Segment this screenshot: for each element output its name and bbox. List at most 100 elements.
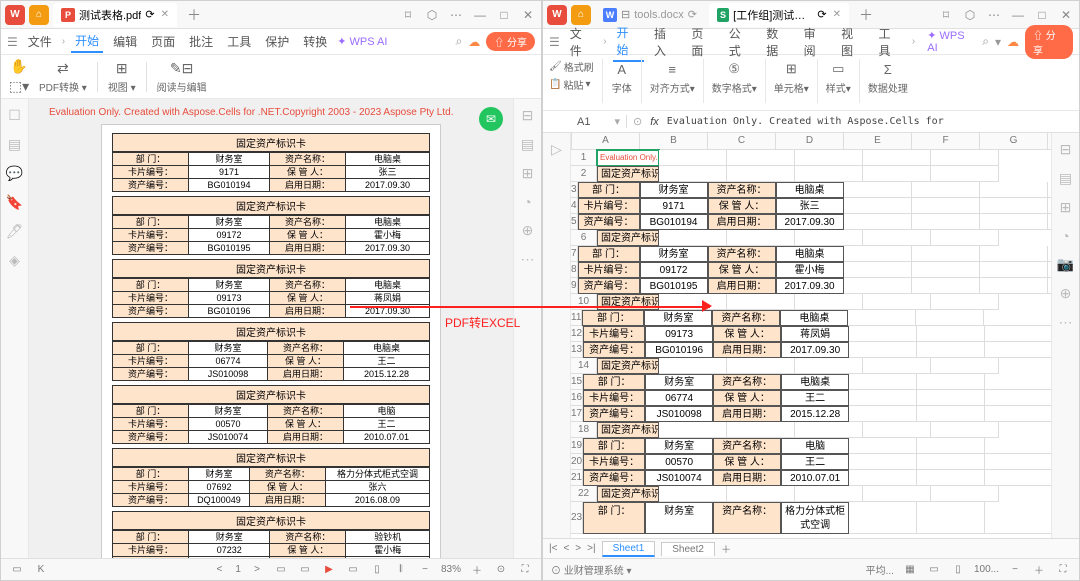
view-single-icon[interactable]: ▯ bbox=[369, 564, 385, 575]
star-icon[interactable]: ▤ bbox=[521, 136, 534, 153]
hamburger-icon[interactable]: ☰ bbox=[7, 35, 18, 49]
zoom-out-icon[interactable]: − bbox=[1007, 564, 1023, 575]
cloud-icon[interactable]: ☁ bbox=[1007, 35, 1019, 49]
zoom-out-icon[interactable]: − bbox=[417, 564, 433, 575]
layers-icon[interactable]: ◈ bbox=[9, 252, 20, 269]
align-icon[interactable]: ≡ bbox=[661, 59, 683, 79]
read-edit-label[interactable]: 阅读与编辑 bbox=[157, 79, 207, 94]
paste-button[interactable]: 📋 粘贴 ▾ bbox=[549, 77, 590, 92]
home-tab-icon[interactable]: ⌂ bbox=[29, 5, 49, 25]
cell-icon[interactable]: ⊞ bbox=[780, 59, 802, 79]
pushpin-icon[interactable]: ⊟ bbox=[522, 107, 534, 124]
close-icon[interactable]: ✕ bbox=[833, 9, 841, 20]
more-icon[interactable]: ⋯ bbox=[985, 8, 1003, 22]
menu-page[interactable]: 页面 bbox=[147, 31, 179, 52]
pushpin-icon[interactable]: ⊟ bbox=[1060, 141, 1072, 158]
zoom-in-icon[interactable]: ＋ bbox=[469, 562, 485, 577]
bookmark-icon[interactable]: ☐ bbox=[8, 107, 21, 124]
scan-icon[interactable]: ⌑ bbox=[399, 8, 417, 22]
wps-ai-button[interactable]: ✦ WPS AI bbox=[927, 29, 976, 54]
grid-icon[interactable]: ⊞ bbox=[1060, 199, 1072, 216]
play-icon[interactable]: ▷ bbox=[551, 141, 562, 158]
spreadsheet[interactable]: ABCDEFGHI1Evaluation Only. Created with … bbox=[571, 133, 1051, 538]
reload-icon[interactable]: ⟳ bbox=[688, 8, 697, 21]
data-label[interactable]: 数据处理 bbox=[868, 80, 908, 95]
view-label[interactable]: 视图 ▾ bbox=[108, 79, 136, 94]
menu-comment[interactable]: 批注 bbox=[185, 31, 217, 52]
next-sheet-icon[interactable]: > bbox=[575, 543, 581, 554]
zoom-level[interactable]: 100... bbox=[974, 564, 999, 575]
menu-convert[interactable]: 转换 bbox=[299, 31, 331, 52]
select-icon[interactable]: ▤ bbox=[1059, 170, 1072, 187]
normal-view-icon[interactable]: ▦ bbox=[902, 564, 918, 575]
menu-edit[interactable]: 编辑 bbox=[109, 31, 141, 52]
prev-page-icon[interactable]: < bbox=[211, 564, 227, 575]
reload-icon[interactable]: ⟳ bbox=[145, 8, 154, 21]
fit-icon[interactable]: ⊞ bbox=[112, 59, 132, 77]
style-icon[interactable]: ▭ bbox=[827, 59, 849, 79]
zoom-level[interactable]: 83% bbox=[441, 564, 461, 575]
chat-bubble-icon[interactable]: ✉ bbox=[479, 107, 503, 131]
menu-start[interactable]: 开始 bbox=[71, 30, 103, 53]
home-tab-icon[interactable]: ⌂ bbox=[571, 5, 591, 25]
sheet1-tab[interactable]: Sheet1 bbox=[602, 541, 656, 557]
fx-icon[interactable]: fx bbox=[650, 116, 659, 128]
reload-icon[interactable]: ⟳ bbox=[817, 8, 826, 21]
status-thumb-icon[interactable]: ▭ bbox=[9, 564, 25, 575]
view-mode1-icon[interactable]: ▭ bbox=[273, 564, 289, 575]
view-mode3-icon[interactable]: ▶ bbox=[321, 564, 337, 575]
pdf-convert-label[interactable]: PDF转换 ▾ bbox=[39, 79, 87, 94]
search-icon[interactable]: ⌕ bbox=[455, 34, 462, 49]
more-icon[interactable]: ⋯ bbox=[447, 8, 465, 22]
cell-label[interactable]: 单元格▾ bbox=[774, 80, 809, 95]
zoom-in-icon[interactable]: ＋ bbox=[1031, 562, 1047, 577]
cube-icon[interactable]: ⬡ bbox=[961, 8, 979, 22]
cube-icon[interactable]: ⬡ bbox=[423, 8, 441, 22]
settings-icon[interactable]: ▾ bbox=[995, 35, 1001, 49]
font-icon[interactable]: A bbox=[611, 59, 633, 79]
share-button[interactable]: ⇧ 分享 bbox=[1025, 25, 1073, 59]
mode-icon[interactable]: ▯ bbox=[950, 564, 966, 575]
close-window-icon[interactable]: ✕ bbox=[519, 8, 537, 22]
select-tool-icon[interactable]: ⬚▾ bbox=[9, 78, 29, 96]
add-sheet-icon[interactable]: ＋ bbox=[721, 541, 731, 556]
name-box[interactable]: A1▾ bbox=[571, 115, 627, 128]
sheet2-tab[interactable]: Sheet2 bbox=[661, 542, 715, 556]
minimize-icon[interactable]: — bbox=[1009, 8, 1027, 22]
menu-protect[interactable]: 保护 bbox=[261, 31, 293, 52]
formula-input[interactable]: Evaluation Only. Created with Aspose.Cel… bbox=[667, 116, 944, 127]
view-cont-icon[interactable]: 𝄃 bbox=[393, 564, 409, 575]
close-window-icon[interactable]: ✕ bbox=[1057, 8, 1075, 22]
thumbnail-icon[interactable]: ▤ bbox=[8, 136, 21, 153]
outline-icon[interactable]: 💬 bbox=[6, 165, 23, 182]
link-icon[interactable]: ⊕ bbox=[522, 222, 534, 239]
align-label[interactable]: 对齐方式▾ bbox=[650, 80, 695, 95]
fullscreen-icon[interactable]: ⛶ bbox=[517, 564, 533, 575]
cloud-icon[interactable]: ☁ bbox=[468, 35, 480, 49]
clock-icon[interactable]: ◔ bbox=[523, 194, 531, 210]
clock-icon[interactable]: ◔ bbox=[1061, 228, 1069, 244]
format-painter-button[interactable]: 🖌 格式刷 bbox=[549, 59, 594, 74]
menu-tools[interactable]: 工具 bbox=[223, 31, 255, 52]
number-icon[interactable]: ⑤ bbox=[723, 59, 745, 79]
system-button[interactable]: ⊙ 业财管理系统 ▾ bbox=[551, 562, 632, 577]
signature-icon[interactable]: 🖊 bbox=[6, 223, 24, 240]
comment-icon[interactable]: ⊞ bbox=[522, 165, 534, 182]
hamburger-icon[interactable]: ☰ bbox=[549, 35, 560, 49]
page-view-icon[interactable]: ▭ bbox=[926, 564, 942, 575]
attachment-icon[interactable]: 🔖 bbox=[6, 194, 23, 211]
minimize-icon[interactable]: — bbox=[471, 8, 489, 22]
convert-icon[interactable]: ⇄ bbox=[53, 59, 73, 77]
scan-icon[interactable]: ⌑ bbox=[937, 8, 955, 22]
hand-tool-icon[interactable]: ✋ bbox=[9, 58, 29, 76]
last-sheet-icon[interactable]: >| bbox=[587, 543, 595, 554]
dots-icon[interactable]: ⋯ bbox=[521, 251, 535, 268]
fullscreen-icon[interactable]: ⛶ bbox=[1055, 564, 1071, 575]
wps-ai-button[interactable]: ✦ WPS AI bbox=[337, 35, 387, 48]
page-number[interactable]: 1 bbox=[235, 564, 241, 575]
file-menu[interactable]: 文件 bbox=[24, 31, 56, 52]
style-label[interactable]: 样式▾ bbox=[826, 80, 851, 95]
dots-icon[interactable]: ⋯ bbox=[1059, 314, 1073, 331]
add-tab-button[interactable]: ＋ bbox=[853, 5, 879, 25]
read-edit-icon[interactable]: ✎⊟ bbox=[172, 59, 192, 77]
